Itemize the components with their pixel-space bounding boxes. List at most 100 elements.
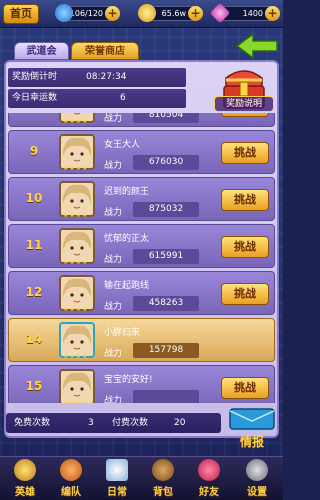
- tab-honor-shop[interactable]: 荣誉商店: [71, 42, 139, 60]
- gold-value: 65.6w: [161, 9, 186, 18]
- daily-icon: [106, 459, 128, 481]
- player-name: 忧郁的正太: [104, 234, 150, 244]
- lucky-number-row: 今日幸运数 6: [8, 89, 186, 108]
- player-name: 宝宝的安好!: [104, 375, 153, 385]
- stamina-value: 106/120: [69, 9, 103, 18]
- power-value: 157798: [133, 343, 199, 358]
- avatar-portrait-icon: [61, 183, 93, 215]
- table-row: 14 ★★★★ 小胖归来 战力 157798: [8, 318, 275, 362]
- nav-daily-label: 日常: [107, 487, 127, 498]
- lucky-number-label: 今日幸运数: [12, 93, 58, 103]
- table-row: 15 ★★★★ 宝宝的安好! 战力 挑战: [8, 365, 275, 403]
- nav-hero-label: 英雄: [15, 487, 35, 498]
- challenge-button[interactable]: 挑战: [221, 113, 269, 117]
- power-value: 458263: [133, 296, 199, 311]
- stamina-plus-button[interactable]: +: [105, 6, 120, 21]
- rank-number: 11: [25, 238, 43, 252]
- table-row: 12 ★★★★ 输在起跑线战力 458263 挑战: [8, 271, 275, 315]
- challenge-button[interactable]: 挑战: [221, 142, 269, 164]
- player-name: 迟到的颜王: [104, 187, 150, 197]
- challenge-counts: 免费次数 3 付费次数 20: [6, 413, 221, 433]
- power-value: 810504: [133, 113, 199, 123]
- avatar-portrait-icon: [61, 371, 93, 403]
- star-rating-icon: ★★★★: [63, 259, 89, 266]
- challenge-button[interactable]: 挑战: [221, 189, 269, 211]
- paid-count-label: 付费次数: [112, 418, 149, 428]
- ranking-list: ★★★★战力810504挑战9★★★★女王大人战力676030挑战10★★★★迟…: [8, 113, 275, 403]
- star-rating-icon: ★★★★: [63, 165, 89, 172]
- avatar-portrait-icon: [61, 277, 93, 309]
- star-rating-icon: ★★★★: [63, 353, 89, 360]
- home-button[interactable]: 首页: [3, 4, 39, 24]
- reward-info-button[interactable]: 奖励说明: [214, 96, 274, 112]
- power-label: 战力: [104, 302, 123, 312]
- free-count-value: 3: [88, 418, 94, 428]
- power-value: 615991: [133, 249, 199, 264]
- nav-bag-label: 背包: [153, 487, 173, 498]
- rank-number: 9: [29, 144, 39, 158]
- avatar-portrait-icon: [61, 136, 93, 168]
- intel-button[interactable]: 情报: [226, 405, 278, 449]
- star-rating-icon: ★★★★: [63, 306, 89, 313]
- table-row: ★★★★ 战力 810504 挑战: [8, 113, 275, 127]
- challenge-button[interactable]: 挑战: [221, 377, 269, 399]
- nav-bag[interactable]: 背包: [140, 459, 186, 499]
- power-label: 战力: [104, 114, 123, 124]
- gold-counter: 65.6w +: [138, 4, 203, 22]
- power-label: 战力: [104, 161, 123, 171]
- paid-count-value: 20: [174, 418, 186, 428]
- table-row: 9 ★★★★ 女王大人战力 676030 挑战: [8, 130, 275, 174]
- table-row: 11 ★★★★ 忧郁的正太战力 615991 挑战: [8, 224, 275, 268]
- diamond-value: 1400: [242, 9, 263, 18]
- power-label: 战力: [104, 396, 123, 403]
- countdown-value: 08:27:34: [86, 72, 127, 82]
- player-name: 女王大人: [104, 140, 141, 150]
- bag-icon: [152, 459, 174, 481]
- rank-number: 12: [25, 285, 43, 299]
- bottom-nav: 英雄 编队 日常 背包 好友 设置: [0, 456, 283, 500]
- back-arrow-icon[interactable]: [235, 32, 279, 60]
- challenge-button[interactable]: 挑战: [221, 236, 269, 258]
- gold-coin-icon: [138, 4, 156, 22]
- avatar[interactable]: [59, 369, 95, 403]
- countdown-label: 奖励倒计时: [12, 72, 58, 82]
- power-label: 战力: [104, 349, 123, 359]
- power-value: 676030: [133, 155, 199, 170]
- nav-hero[interactable]: 英雄: [2, 459, 48, 499]
- star-rating-icon: ★★★★: [63, 118, 89, 125]
- gold-plus-button[interactable]: +: [188, 6, 203, 21]
- nav-settings[interactable]: 设置: [234, 459, 280, 499]
- rank-number: 15: [25, 379, 43, 393]
- team-icon: [60, 459, 82, 481]
- free-count-label: 免费次数: [14, 418, 51, 428]
- nav-daily[interactable]: 日常: [94, 459, 140, 499]
- friends-heart-icon: [198, 459, 220, 481]
- player-name: 输在起跑线: [104, 281, 150, 291]
- info-box: 奖励倒计时 08:27:34 今日幸运数 6: [8, 68, 186, 110]
- intel-label: 情报: [239, 435, 264, 449]
- star-rating-icon: ★★★★: [63, 212, 89, 219]
- nav-team[interactable]: 编队: [48, 459, 94, 499]
- nav-settings-label: 设置: [247, 487, 267, 498]
- countdown-row: 奖励倒计时 08:27:34: [8, 68, 186, 87]
- nav-team-label: 编队: [61, 487, 81, 498]
- nav-friends-label: 好友: [199, 487, 219, 498]
- diamond-icon: [209, 2, 231, 24]
- power-label: 战力: [104, 255, 123, 265]
- diamond-counter: 1400 +: [209, 2, 280, 24]
- power-value: [133, 390, 199, 403]
- avatar-portrait-icon: [61, 230, 93, 262]
- intel-envelope-icon: [229, 408, 275, 430]
- avatar-portrait-icon: [61, 324, 93, 356]
- power-label: 战力: [104, 208, 123, 218]
- hero-icon: [14, 459, 36, 481]
- table-row: 10 ★★★★ 迟到的颜王 战力 875032 挑战: [8, 177, 275, 221]
- star-rating-icon: ★★★★: [63, 400, 89, 403]
- diamond-plus-button[interactable]: +: [265, 6, 280, 21]
- stamina-counter: 106/120 +: [55, 4, 120, 22]
- top-bar: 首页 106/120 + 65.6w + 1400 +: [0, 0, 283, 28]
- challenge-button[interactable]: 挑战: [221, 283, 269, 305]
- tab-arena[interactable]: 武道会: [14, 42, 69, 60]
- rank-number: 10: [25, 191, 43, 205]
- nav-friends[interactable]: 好友: [186, 459, 232, 499]
